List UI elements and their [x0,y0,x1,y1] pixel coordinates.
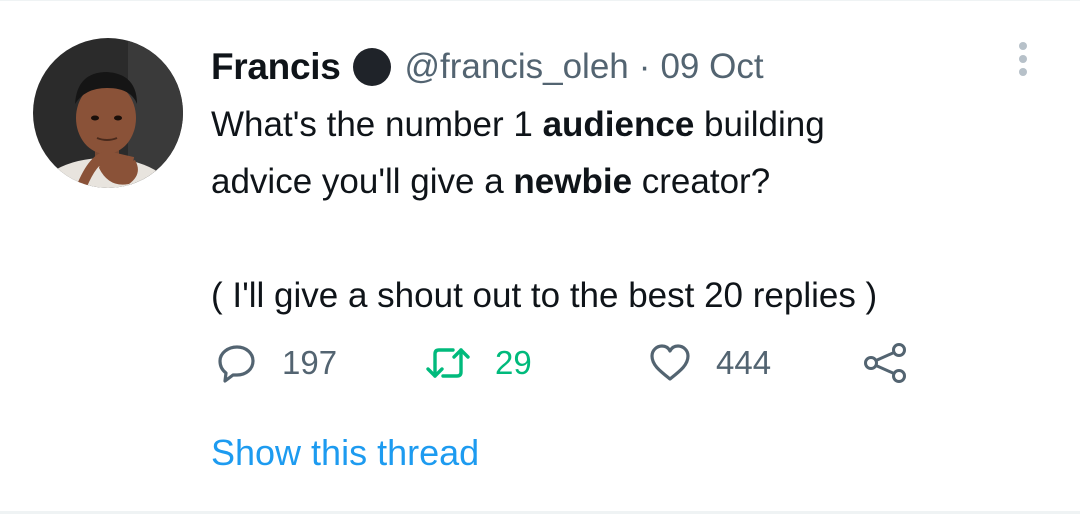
reply-button[interactable]: 197 [216,338,337,388]
reply-count: 197 [282,344,338,381]
like-button[interactable]: 444 [648,338,771,388]
author-handle[interactable]: @francis_oleh [405,47,629,87]
share-button[interactable] [862,338,908,388]
separator-dot: · [638,47,651,86]
tweet-text-line-2: advice you'll give a newbie creator? [211,162,771,201]
tweet-text-line-1: What's the number 1 audience building [211,105,825,144]
author-name[interactable]: Francis [211,46,341,88]
retweet-icon [426,348,470,378]
tweet-date[interactable]: 09 Oct [660,47,763,87]
reply-icon [218,345,255,383]
like-count: 444 [716,344,772,381]
bottom-divider [0,511,1080,514]
avatar-photo [33,38,183,188]
tweet-text-line-3: ( I'll give a shout out to the best 20 r… [211,276,878,315]
tweet-header: Francis @francis_oleh · 09 Oct [211,42,764,92]
tweet-text: What's the number 1 audience building ad… [211,96,1051,324]
action-bar: 197 29 444 [0,338,1080,388]
more-options-icon[interactable] [1016,42,1030,76]
top-divider [0,0,1080,1]
show-thread-link[interactable]: Show this thread [211,432,479,474]
share-icon [864,343,906,383]
retweet-button[interactable]: 29 [425,338,532,388]
tweet-card[interactable]: Francis @francis_oleh · 09 Oct What's th… [0,0,1080,530]
like-icon [650,344,690,381]
avatar[interactable] [33,38,183,188]
verified-badge-icon [352,48,391,86]
retweet-count: 29 [495,344,532,381]
